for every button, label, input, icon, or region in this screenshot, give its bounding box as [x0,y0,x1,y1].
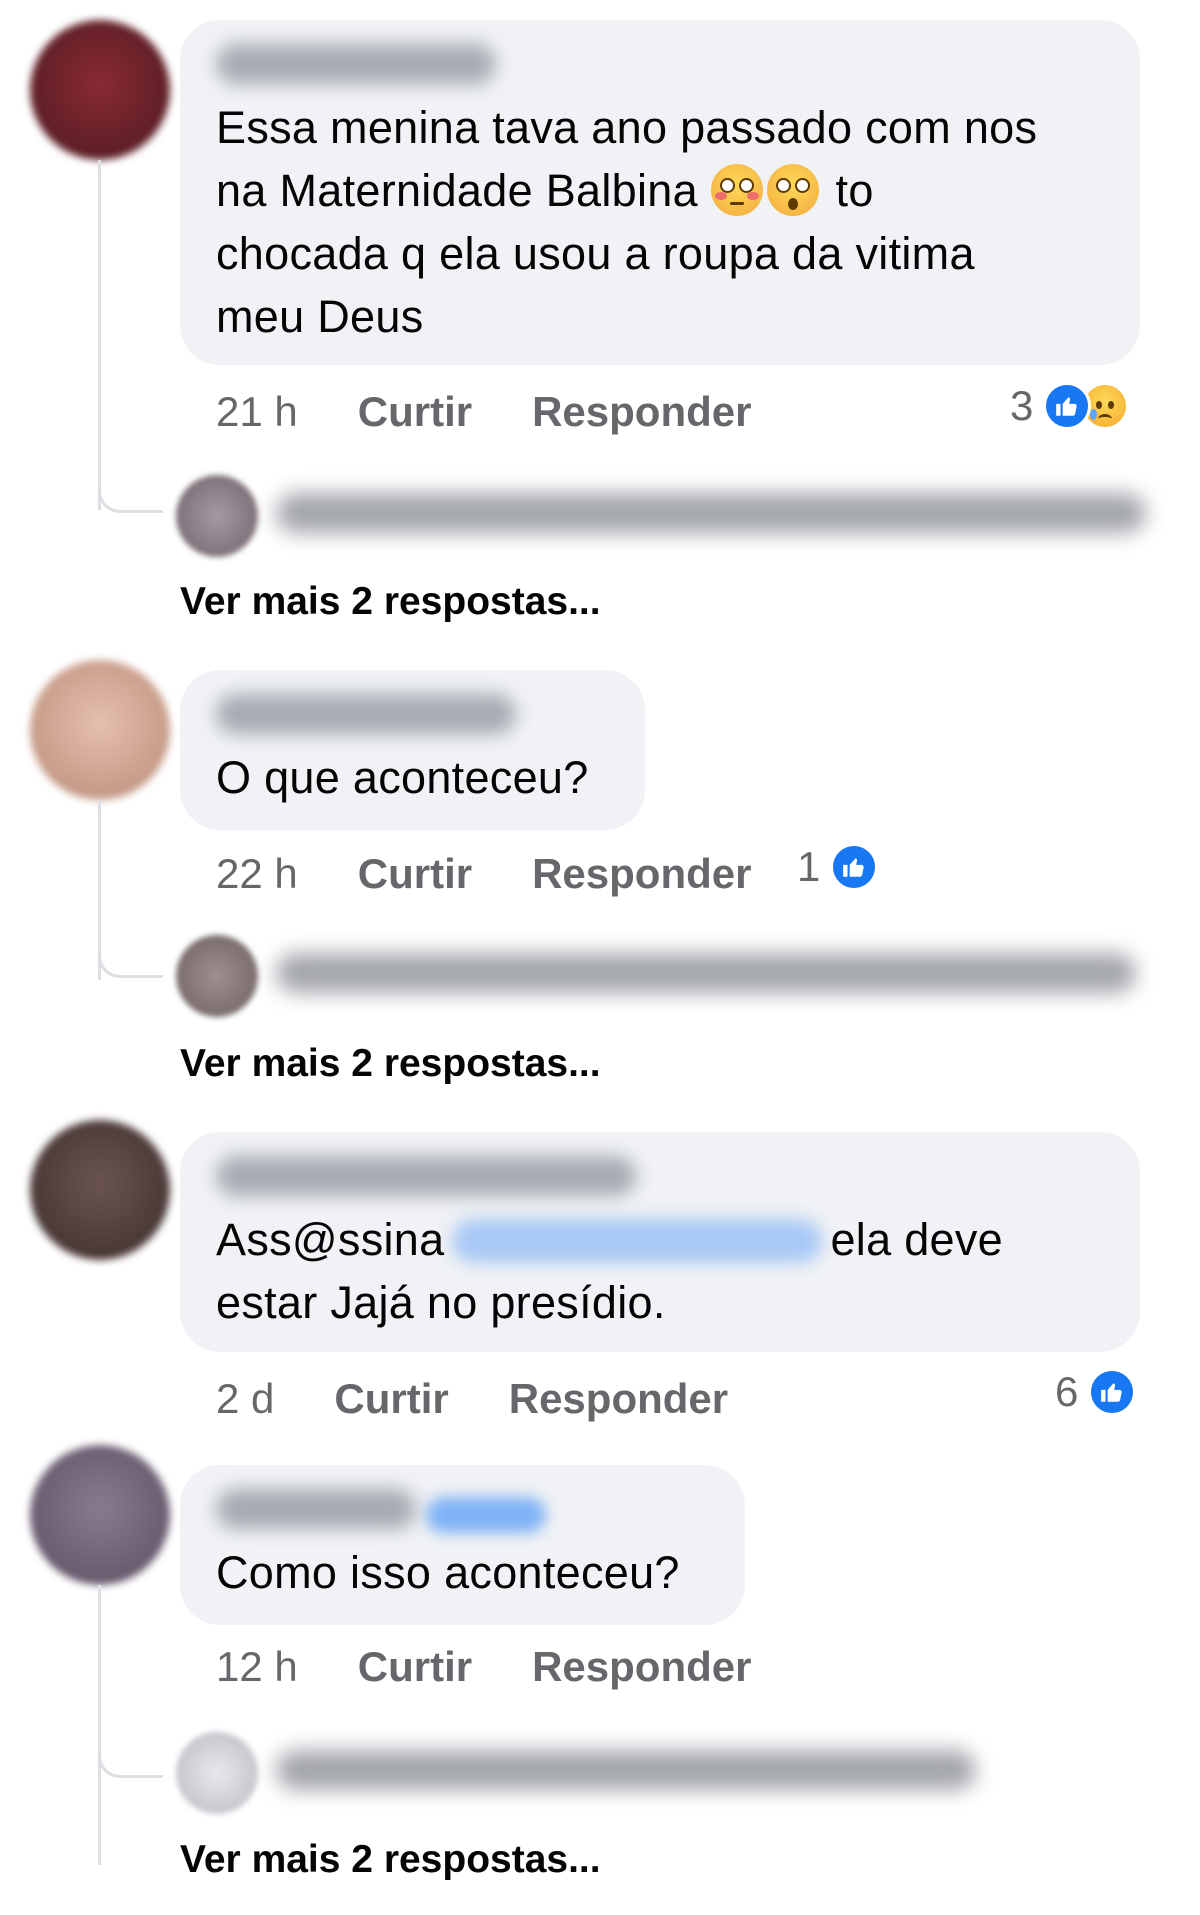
comment-time[interactable]: 21 h [216,388,298,436]
like-button[interactable]: Curtir [358,388,472,436]
reaction-summary[interactable]: 3 [1010,382,1130,430]
avatar[interactable] [30,660,170,800]
comment-text: Ass@ssina ela deve estar Jajá no presídio… [216,1214,1003,1328]
comment-actions: 22 h Curtir Responder [216,850,751,898]
comment-bubble: Essa menina tava ano passado com nos na … [180,20,1140,365]
comment-text: O que aconteceu? [216,752,589,803]
like-button[interactable]: Curtir [334,1375,448,1423]
comment-bubble: Ass@ssina ela deve estar Jajá no presídio… [180,1132,1140,1352]
like-button[interactable]: Curtir [358,1643,472,1691]
thread-line [98,160,101,510]
thread-line [98,1585,101,1865]
reaction-summary[interactable]: 1 [797,843,879,891]
avatar[interactable] [30,1445,170,1585]
reply-button[interactable]: Responder [509,1375,728,1423]
reply-connector [98,480,163,513]
reply-connector [98,945,163,978]
comment-actions: 2 d Curtir Responder [216,1375,728,1423]
mention-redacted[interactable] [452,1219,823,1263]
reply-text-redacted [276,953,1136,993]
like-button[interactable]: Curtir [358,850,472,898]
comment-actions: 12 h Curtir Responder [216,1643,751,1691]
comment-text: Essa menina tava ano passado com nos na … [216,102,1038,342]
reaction-count: 6 [1055,1368,1079,1415]
reply-preview-redacted[interactable] [176,475,1166,557]
like-reaction-icon [830,843,879,891]
author-name-redacted[interactable] [216,1156,636,1196]
reply-button[interactable]: Responder [532,388,751,436]
reply-text-redacted [276,493,1146,533]
author-name-redacted[interactable] [216,44,496,84]
comment-bubble: Como isso aconteceu? [180,1465,745,1625]
reaction-summary[interactable]: 6 [1055,1368,1137,1416]
comment-time[interactable]: 12 h [216,1643,298,1691]
reply-preview-redacted[interactable] [176,1732,1166,1814]
reply-button[interactable]: Responder [532,1643,751,1691]
reply-preview-redacted[interactable] [176,935,1166,1017]
view-more-replies-link[interactable]: Ver mais 2 respostas... [180,1838,601,1882]
reaction-count: 1 [797,843,821,890]
flushed-face-emoji [710,164,763,216]
reaction-count: 3 [1010,382,1034,429]
view-more-replies-link[interactable]: Ver mais 2 respostas... [180,1042,601,1086]
view-more-replies-link[interactable]: Ver mais 2 respostas... [180,580,601,624]
avatar[interactable] [30,20,170,160]
comment-actions: 21 h Curtir Responder [216,388,751,436]
author-name-redacted[interactable] [216,694,516,734]
like-reaction-icon [1088,1368,1137,1416]
astonished-face-emoji [766,164,819,216]
author-name-redacted[interactable] [216,1489,416,1529]
reply-avatar [176,475,258,557]
comment-text: Como isso aconteceu? [216,1547,680,1598]
reply-avatar [176,935,258,1017]
comment-bubble: O que aconteceu? [180,670,645,830]
like-reaction-icon [1043,382,1092,430]
reply-button[interactable]: Responder [532,850,751,898]
comment-time[interactable]: 2 d [216,1375,274,1423]
reply-text-redacted [276,1750,976,1790]
reply-avatar [176,1732,258,1814]
reply-connector [98,1745,163,1778]
comment-time[interactable]: 22 h [216,850,298,898]
author-tag-redacted [426,1497,546,1533]
avatar[interactable] [30,1120,170,1260]
